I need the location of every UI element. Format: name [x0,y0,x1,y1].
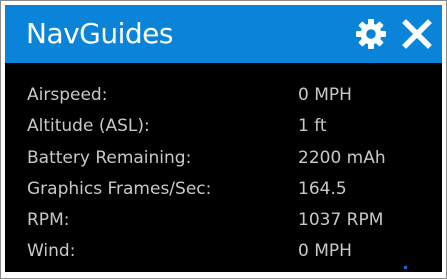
stat-label: Wind: [27,241,76,261]
corner-marker [404,266,407,269]
stat-label: Battery Remaining: [27,148,192,168]
panel-header: NavGuides [5,5,442,63]
stat-label: Altitude (ASL): [27,116,150,136]
stat-value: 164.5 [298,179,347,199]
stat-value: 2200 mAh [298,148,386,168]
gear-icon[interactable] [354,17,388,51]
stat-label: Graphics Frames/Sec: [27,179,212,199]
stat-value: 1 ft [298,116,327,136]
stat-value: 1037 RPM [298,210,384,230]
stat-row-airspeed: Airspeed: 0 MPH [5,84,442,106]
navguides-panel: NavGuides Airspeed: 0 MPH Altitude (ASL)… [0,0,447,279]
stat-row-rpm: RPM: 1037 RPM [5,209,442,231]
stat-row-fps: Graphics Frames/Sec: 164.5 [5,178,442,200]
stat-label: RPM: [27,210,70,230]
panel-title: NavGuides [26,17,173,50]
stat-value: 0 MPH [298,85,352,105]
stat-row-battery: Battery Remaining: 2200 mAh [5,147,442,169]
stats-list: Airspeed: 0 MPH Altitude (ASL): 1 ft Bat… [5,63,442,272]
stat-label: Airspeed: [27,85,108,105]
stat-row-wind: Wind: 0 MPH [5,240,442,262]
close-icon[interactable] [400,17,434,51]
stat-value: 0 MPH [298,241,352,261]
stat-row-altitude: Altitude (ASL): 1 ft [5,115,442,137]
